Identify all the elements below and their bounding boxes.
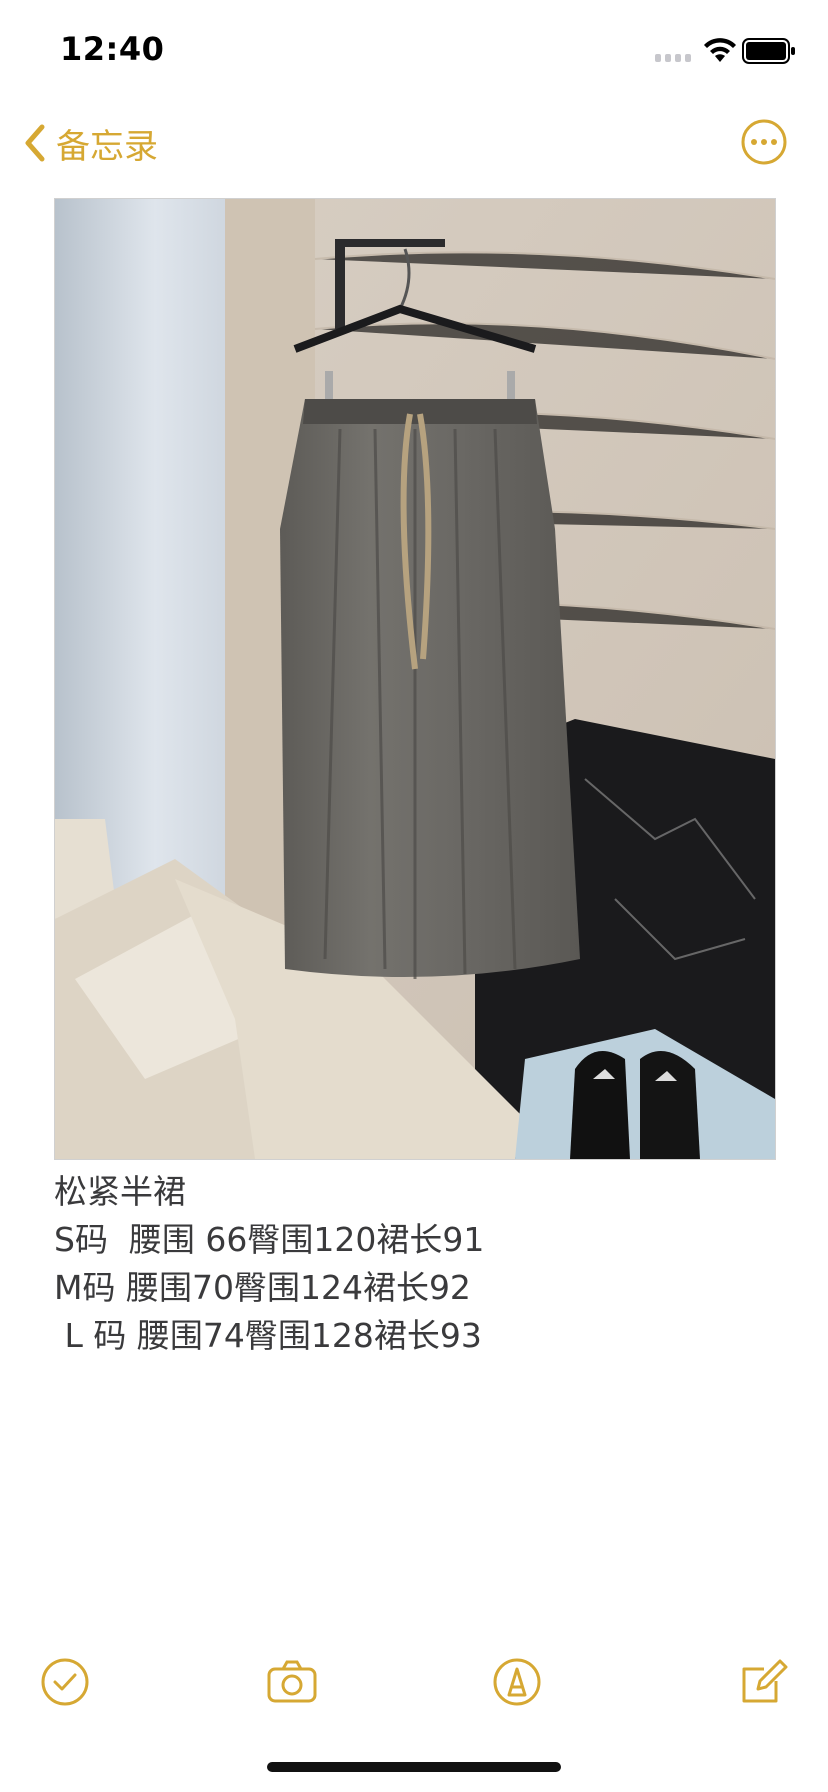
note-title: 松紧半裙 (54, 1172, 186, 1211)
markup-pen-icon[interactable] (490, 1655, 544, 1709)
note-line-size-s: S码 腰围 66臀围120裙长91 (54, 1220, 485, 1259)
chevron-left-icon (25, 124, 45, 162)
status-time: 12:40 (60, 30, 165, 68)
note-line-size-l: L 码 腰围74臀围128裙长93 (54, 1316, 482, 1355)
camera-icon[interactable] (265, 1655, 319, 1709)
skirt-photo-image (55, 199, 775, 1159)
home-indicator (267, 1762, 561, 1772)
back-button[interactable]: 备忘录 (22, 118, 158, 168)
bottom-toolbar (0, 1640, 828, 1720)
wifi-icon (704, 38, 736, 62)
compose-icon[interactable] (736, 1655, 790, 1709)
checklist-icon[interactable] (38, 1655, 92, 1709)
battery-icon (742, 38, 795, 64)
note-photo[interactable] (54, 198, 776, 1160)
cellular-signal-icon (655, 48, 695, 62)
more-options-icon[interactable] (740, 118, 788, 166)
note-line-size-m: M码 腰围70臀围124裙长92 (54, 1268, 471, 1307)
note-body[interactable]: 松紧半裙 S码 腰围 66臀围120裙长91 M码 腰围70臀围124裙长92 … (54, 1168, 774, 1360)
back-label: 备忘录 (56, 126, 158, 167)
status-bar: 12:40 (0, 0, 828, 100)
